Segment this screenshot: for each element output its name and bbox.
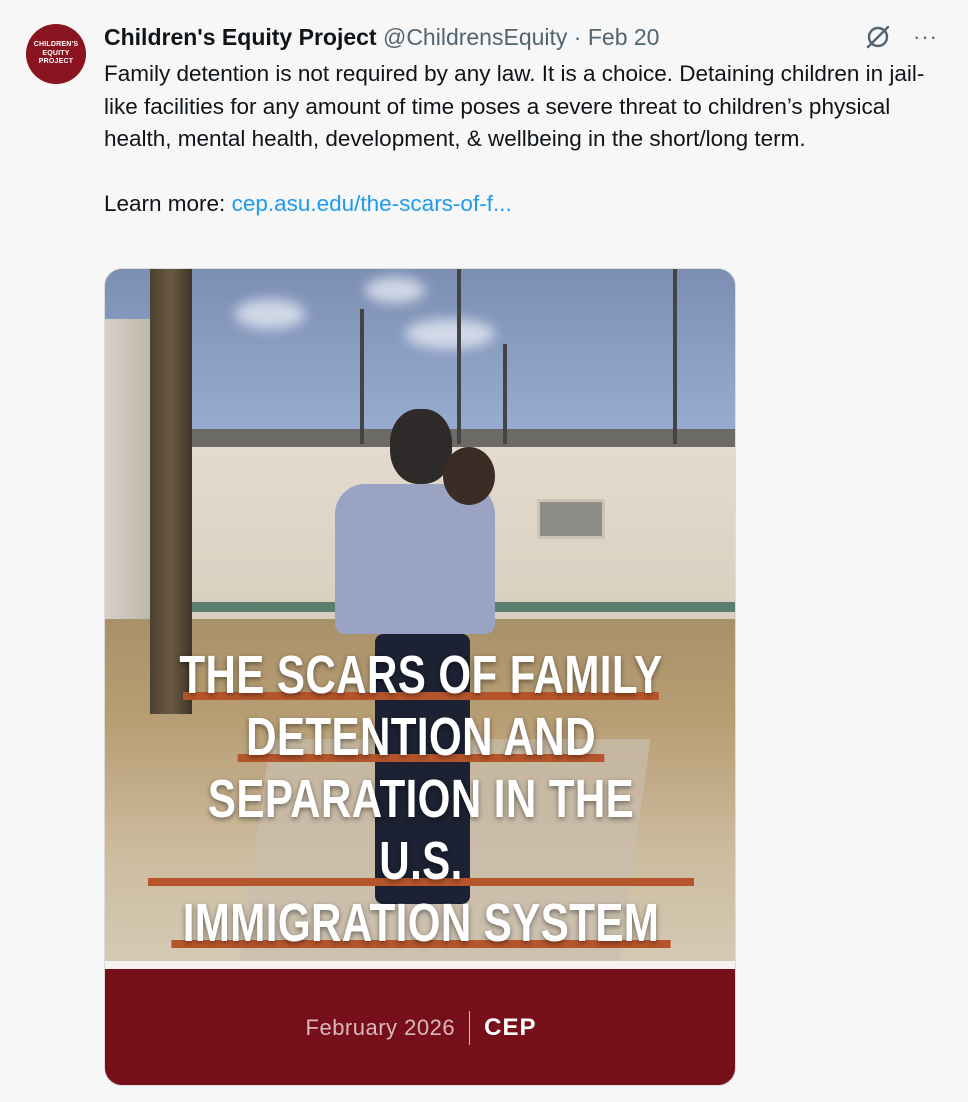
author-name[interactable]: Children's Equity Project xyxy=(104,24,377,50)
photo-child-head xyxy=(443,447,495,505)
tweet-link[interactable]: cep.asu.edu/the-scars-of-f... xyxy=(232,191,512,216)
author-handle[interactable]: @ChildrensEquity xyxy=(383,24,567,50)
more-options-icon[interactable]: ··· xyxy=(913,22,938,52)
photo-cloud xyxy=(405,319,495,349)
photo-person-body xyxy=(335,484,495,634)
photo-utility-pole xyxy=(360,309,364,444)
media-footer: February 2026 CEP xyxy=(105,969,735,1085)
tweet-media-image[interactable]: THE SCARS OF FAMILY DETENTION AND SEPARA… xyxy=(104,268,736,1086)
media-headline: THE SCARS OF FAMILY DETENTION AND SEPARA… xyxy=(175,644,668,954)
learn-more-label: Learn more: xyxy=(104,190,232,216)
media-divider xyxy=(105,961,735,969)
tweet-header: Children's Equity Project @ChildrensEqui… xyxy=(104,22,659,52)
tweet-body: Family detention is not required by any … xyxy=(104,61,925,151)
media-footer-divider xyxy=(469,1011,471,1045)
photo-cloud xyxy=(365,277,425,303)
photo-utility-pole xyxy=(503,344,507,444)
headline-line-4: IMMIGRATION SYSTEM xyxy=(182,893,660,953)
grok-icon[interactable] xyxy=(865,24,891,50)
headline-line: SEPARATION IN THE U.S. xyxy=(175,768,668,892)
avatar-text-line-3: PROJECT xyxy=(38,58,74,66)
photo-roof xyxy=(190,429,735,447)
tweet-date[interactable]: Feb 20 xyxy=(588,24,660,50)
author-avatar[interactable]: CHILDREN'S EQUITY PROJECT xyxy=(26,24,86,84)
headline-line-2: DETENTION AND xyxy=(246,707,596,767)
photo-cloud xyxy=(235,299,305,329)
photo-left-building xyxy=(105,319,153,619)
headline-line: DETENTION AND xyxy=(175,706,668,768)
tweet-actions: ··· xyxy=(865,22,938,52)
media-footer-date: February 2026 xyxy=(305,1015,456,1040)
tweet-text: Family detention is not required by any … xyxy=(104,58,944,220)
cep-logo: CEP xyxy=(484,1014,537,1041)
learn-more-line: Learn more: cep.asu.edu/the-scars-of-f..… xyxy=(104,188,944,221)
header-separator: · xyxy=(573,24,582,50)
photo-window xyxy=(537,499,605,539)
headline-line: IMMIGRATION SYSTEM xyxy=(175,892,668,954)
headline-line: THE SCARS OF FAMILY xyxy=(175,644,668,706)
photo-utility-pole xyxy=(457,269,461,444)
headline-line-3: SEPARATION IN THE U.S. xyxy=(207,769,635,891)
avatar-text-line-2: EQUITY xyxy=(42,49,70,57)
photo-utility-pole xyxy=(673,269,677,444)
avatar-text-line-1: CHILDREN'S xyxy=(33,41,79,49)
headline-line-1: THE SCARS OF FAMILY xyxy=(179,645,663,705)
